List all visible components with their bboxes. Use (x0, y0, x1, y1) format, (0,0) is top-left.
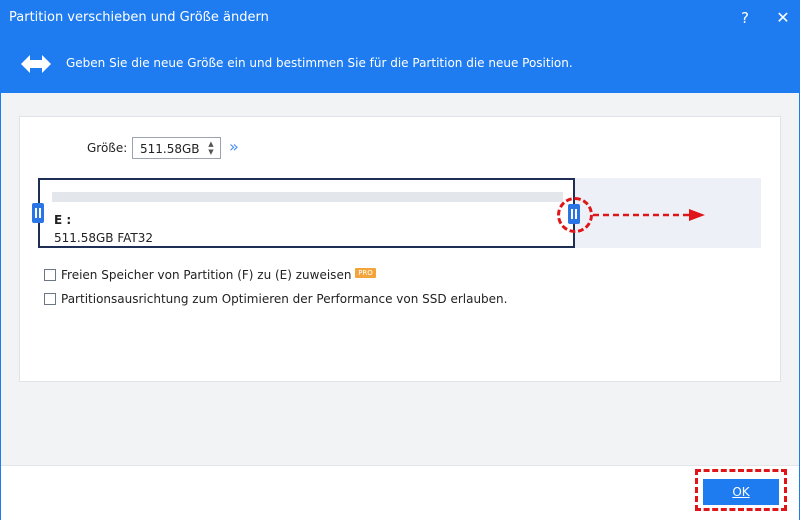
close-button[interactable]: ✕ (773, 8, 793, 28)
ssd-alignment-checkbox[interactable] (44, 293, 56, 305)
partition-block[interactable]: E : 511.58GB FAT32 (38, 178, 575, 248)
header-banner: Geben Sie die neue Größe ein und bestimm… (1, 35, 799, 93)
dialog-window: Partition verschieben und Größe ändern ?… (0, 0, 800, 520)
banner-instructions: Geben Sie die neue Größe ein und bestimm… (66, 56, 573, 70)
spin-up-icon[interactable]: ▲ (206, 140, 216, 148)
ok-button[interactable]: OK (703, 479, 779, 505)
window-title: Partition verschieben und Größe ändern (9, 10, 269, 25)
partition-info: 511.58GB FAT32 (54, 231, 154, 245)
pro-badge: PRO (355, 268, 376, 278)
size-stepper[interactable]: 511.58GB ▲ ▼ (132, 137, 221, 159)
annotation-arrow-icon (593, 209, 705, 221)
size-value[interactable]: 511.58GB (140, 142, 200, 156)
allocate-space-checkbox[interactable] (44, 269, 56, 281)
ssd-alignment-label[interactable]: Partitionsausrichtung zum Optimieren der… (61, 292, 507, 306)
left-resize-handle[interactable] (32, 203, 44, 223)
help-button[interactable]: ? (735, 8, 755, 28)
title-bar: Partition verschieben und Größe ändern ?… (1, 1, 799, 35)
partition-letter: E : (54, 213, 72, 227)
size-label: Größe: (87, 141, 128, 155)
allocate-space-label[interactable]: Freien Speicher von Partition (F) zu (E)… (61, 268, 351, 282)
spin-down-icon[interactable]: ▼ (206, 148, 216, 156)
footer (1, 465, 799, 520)
usage-bar (52, 192, 563, 202)
annotation-circle (557, 197, 593, 233)
double-chevron-icon[interactable]: » (229, 137, 239, 156)
resize-arrows-icon (21, 55, 51, 73)
